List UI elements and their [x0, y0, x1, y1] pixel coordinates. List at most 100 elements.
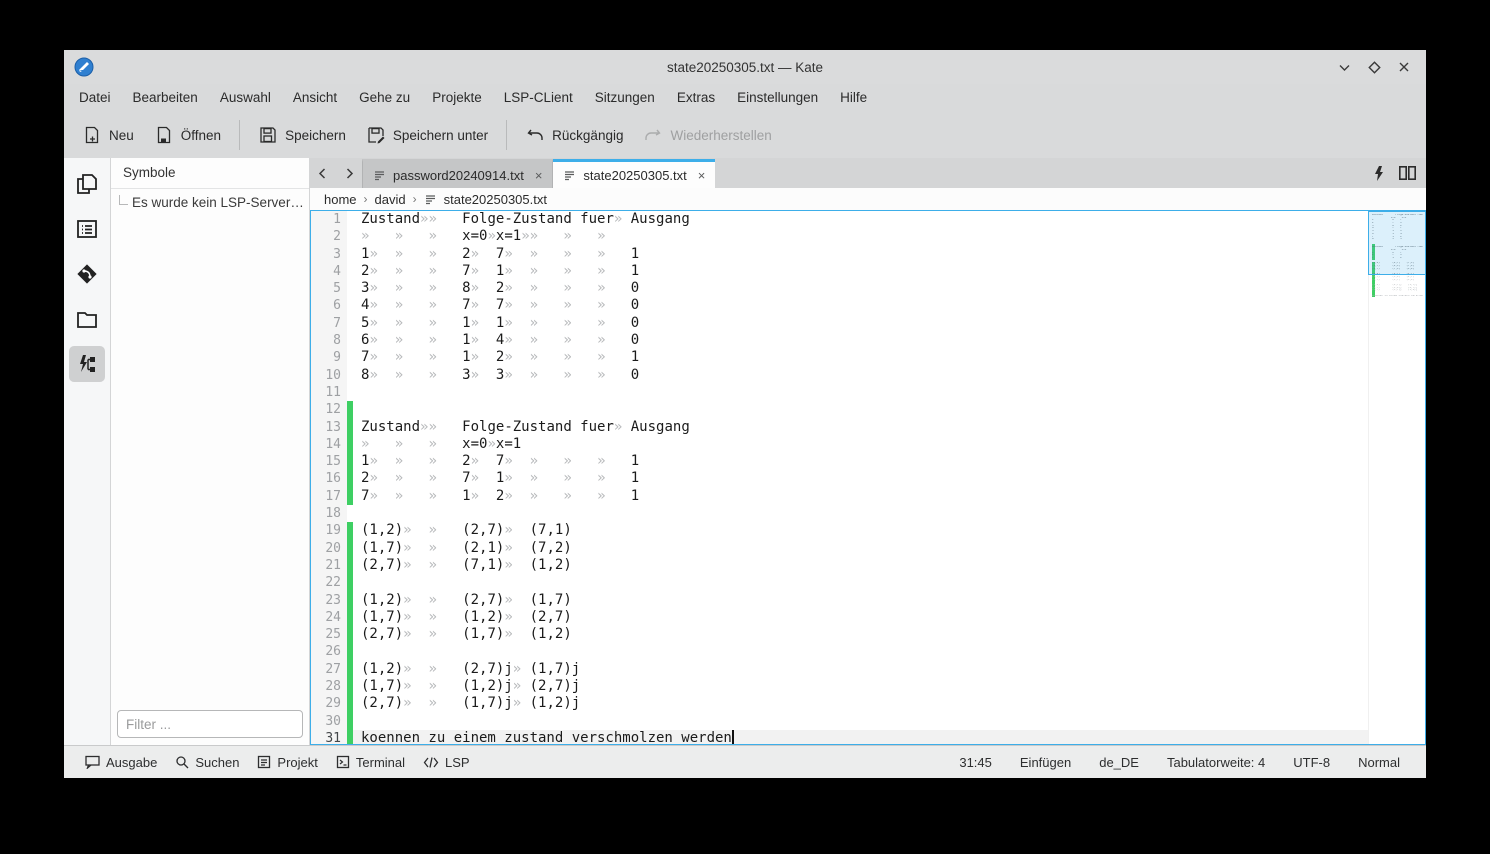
- tab-marker: »: [394, 280, 429, 297]
- text-edit-area[interactable]: 1 Zustand»» Folge-Zustand fuer» Ausgang 2»…: [311, 211, 1368, 744]
- minimap-viewport[interactable]: [1368, 211, 1426, 275]
- undo-button[interactable]: Rückgängig: [515, 118, 633, 152]
- line-text: » » » x=0»x=1: [361, 435, 522, 452]
- chevron-right-icon: ›: [412, 192, 417, 206]
- save-button[interactable]: Speichern: [248, 118, 356, 152]
- minimap-line: koennen zu einem zustand verschmolzen we…: [1372, 294, 1423, 297]
- line-text: 5» » » 1» 1» » » » 0: [361, 314, 640, 331]
- line-text: koennen zu einem zustand verschmolzen we…: [353, 729, 1368, 744]
- quick-open-icon[interactable]: [1373, 165, 1385, 181]
- editor-line: 23 (1,2)» » (2,7)» (1,7): [311, 591, 1368, 609]
- menu-item-projekte[interactable]: Projekte: [421, 84, 493, 112]
- git-icon: [77, 264, 97, 284]
- line-number: 7: [311, 314, 347, 333]
- tab-marker: »: [361, 435, 395, 452]
- tab-close-icon[interactable]: ×: [535, 168, 543, 183]
- editor-line: 24 (1,7)» » (1,2)» (2,7): [311, 608, 1368, 627]
- dictionary[interactable]: de_DE: [1085, 755, 1153, 770]
- text-file-icon: [565, 170, 575, 180]
- breadcrumb-segment-home[interactable]: home: [324, 192, 357, 207]
- menu-item-ansicht[interactable]: Ansicht: [282, 84, 348, 112]
- editor-line: 15 1» » » 2» 7» » » » 1: [311, 453, 1368, 471]
- menu-item-gehe-zu[interactable]: Gehe zu: [348, 84, 421, 112]
- editor-line: 31 koennen zu einem zustand verschmolzen …: [311, 729, 1368, 744]
- open-button[interactable]: Öffnen: [144, 118, 231, 152]
- sidebar-item-git[interactable]: [69, 256, 105, 292]
- breadcrumb-segment-file[interactable]: state20250305.txt: [444, 192, 547, 207]
- tab-password20240914[interactable]: password20240914.txt ×: [362, 159, 554, 188]
- tab-close-icon[interactable]: ×: [698, 168, 706, 183]
- tab-marker: »: [428, 695, 463, 712]
- tab-marker: »: [504, 522, 530, 539]
- text-file-icon: [375, 170, 384, 180]
- minimize-button[interactable]: [1334, 57, 1354, 77]
- sidebar-item-symbols[interactable]: [69, 346, 105, 382]
- tab-width-setting[interactable]: Tabulatorweite: 4: [1153, 755, 1279, 770]
- menu-item-lsp-client[interactable]: LSP-CLient: [493, 84, 584, 112]
- menu-item-einstellungen[interactable]: Einstellungen: [726, 84, 829, 112]
- editor-line: 7 5» » » 1» 1» » » » 0: [311, 314, 1368, 333]
- sidebar-item-projects[interactable]: [69, 301, 105, 337]
- tab-marker: »: [504, 314, 530, 331]
- history-forward-button[interactable]: [343, 167, 356, 180]
- cursor-position[interactable]: 31:45: [945, 755, 1006, 770]
- tab-marker: »: [512, 660, 530, 677]
- menu-item-auswahl[interactable]: Auswahl: [209, 84, 282, 112]
- history-back-button[interactable]: [316, 167, 329, 180]
- new-button[interactable]: Neu: [72, 118, 144, 152]
- line-number: 4: [311, 262, 347, 281]
- symbols-tree-item-label: Es wurde kein LSP-Server fü...: [132, 195, 305, 210]
- tab-marker: »: [529, 228, 564, 245]
- tree-branch-line: [119, 194, 128, 205]
- line-text: 1» » » 2» 7» » » » 1: [361, 245, 640, 262]
- input-mode[interactable]: Einfügen: [1006, 755, 1085, 770]
- tab-marker: »: [428, 245, 463, 262]
- sidebar-item-list-panel[interactable]: [69, 211, 105, 247]
- redo-icon: [645, 129, 662, 140]
- line-number: 29: [311, 695, 347, 713]
- line-number: 17: [311, 487, 347, 506]
- edit-mode[interactable]: Normal: [1344, 755, 1414, 770]
- symbols-filter-input[interactable]: [117, 710, 303, 738]
- save-as-button[interactable]: Speichern unter: [356, 118, 498, 152]
- tab-state20250305[interactable]: state20250305.txt ×: [553, 159, 716, 188]
- tab-marker: »: [470, 366, 496, 383]
- menu-item-datei[interactable]: Datei: [68, 84, 122, 112]
- menu-item-extras[interactable]: Extras: [666, 84, 726, 112]
- tab-marker: »: [394, 262, 429, 279]
- editor-line: 22: [311, 574, 1368, 592]
- line-text: [353, 574, 1368, 591]
- tab-marker: »: [529, 470, 564, 487]
- minimap-scrollbar[interactable]: Zustand Folge-Zustand fuer Ausgang x=0 x…: [1368, 211, 1426, 744]
- toggle-project[interactable]: Projekt: [248, 746, 326, 778]
- toggle-search[interactable]: Suchen: [166, 746, 248, 778]
- editor-line: 19 (1,2)» » (2,7)» (7,1): [311, 522, 1368, 540]
- breadcrumb-segment-david[interactable]: david: [375, 192, 406, 207]
- redo-button[interactable]: Wiederherstellen: [633, 118, 781, 152]
- menu-item-sitzungen[interactable]: Sitzungen: [584, 84, 666, 112]
- toggle-output[interactable]: Ausgabe: [76, 746, 166, 778]
- toggle-lsp[interactable]: LSP: [414, 746, 479, 778]
- toggle-terminal[interactable]: Terminal: [327, 746, 414, 778]
- tab-marker: »: [563, 332, 598, 349]
- tab-marker: »: [563, 228, 598, 245]
- tab-marker: »: [613, 418, 631, 435]
- tab-marker: »: [394, 228, 429, 245]
- symbols-tree-item[interactable]: Es wurde kein LSP-Server fü...: [111, 189, 309, 210]
- line-text: 4» » » 7» 7» » » » 0: [361, 297, 640, 314]
- editor-line: 17 7» » » 1» 2» » » » 1: [311, 487, 1368, 506]
- close-button[interactable]: [1394, 57, 1414, 77]
- tab-marker: »: [504, 470, 530, 487]
- encoding[interactable]: UTF-8: [1279, 755, 1344, 770]
- menu-item-bearbeiten[interactable]: Bearbeiten: [122, 84, 209, 112]
- maximize-button[interactable]: [1364, 57, 1384, 77]
- split-view-icon[interactable]: [1399, 166, 1416, 180]
- menu-item-hilfe[interactable]: Hilfe: [829, 84, 878, 112]
- sidebar-item-documents[interactable]: [69, 166, 105, 202]
- tab-label: state20250305.txt: [583, 167, 687, 183]
- tab-marker: »: [369, 470, 395, 487]
- line-number: 19: [311, 522, 347, 540]
- line-number: 20: [311, 539, 347, 557]
- tab-marker: »: [597, 228, 631, 245]
- window-title: state20250305.txt — Kate: [666, 59, 824, 75]
